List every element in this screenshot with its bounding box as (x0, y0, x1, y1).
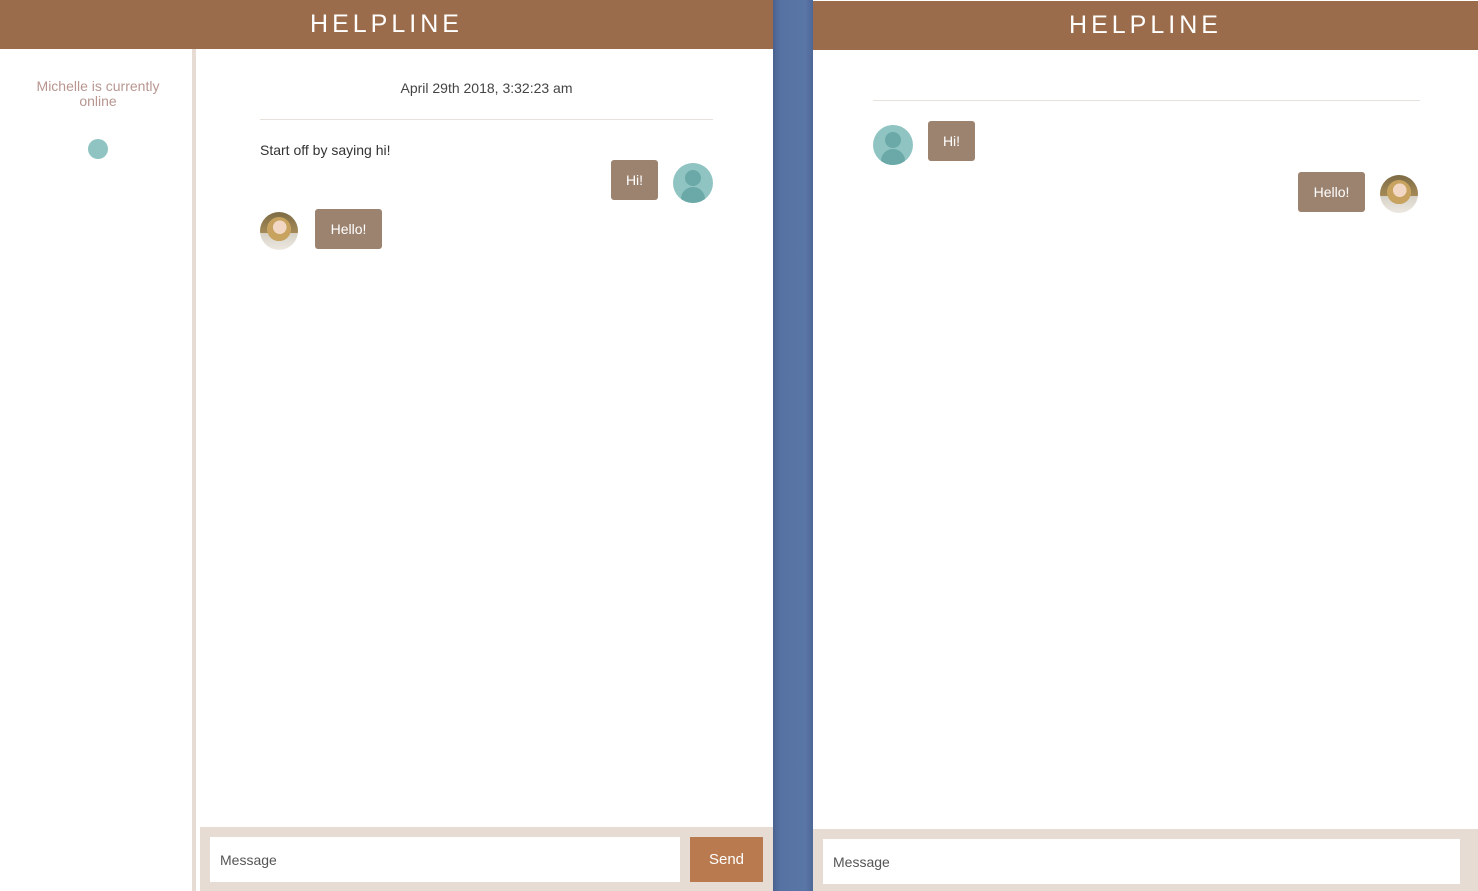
chat-area[interactable]: April 29th 2018, 3:32:23 am Start off by… (200, 49, 773, 827)
chat-area[interactable]: Hi! Hello! (813, 50, 1478, 829)
divider (260, 119, 713, 120)
message-composer (813, 829, 1478, 891)
message-text: Hello! (1313, 184, 1350, 200)
message-bubble-user: Hi! (928, 121, 975, 161)
message-text: Hi! (625, 172, 644, 188)
desktop-background (773, 0, 813, 891)
online-status-indicator (88, 139, 108, 159)
agent-avatar (1380, 175, 1418, 213)
online-status-text: Michelle is currently online (36, 78, 160, 109)
agent-avatar (260, 212, 298, 250)
message-composer: Send (200, 827, 773, 891)
app-title: HELPLINE (310, 10, 463, 38)
message-input[interactable] (823, 839, 1460, 884)
sidebar: Michelle is currently online (0, 49, 196, 891)
message-input[interactable] (210, 837, 680, 882)
send-button[interactable]: Send (690, 837, 763, 882)
user-avatar-icon (673, 163, 713, 203)
user-avatar-icon (873, 125, 913, 165)
message-text: Hi! (942, 133, 961, 149)
user-chat-window: HELPLINE Hi! Hello! (813, 0, 1478, 891)
message-text: Hello! (330, 221, 367, 237)
app-header: HELPLINE (0, 0, 773, 49)
message-bubble-user: Hi! (611, 160, 658, 200)
message-bubble-agent: Hello! (315, 209, 382, 249)
start-hint: Start off by saying hi! (260, 142, 391, 158)
message-bubble-agent: Hello! (1298, 172, 1365, 212)
agent-chat-window: HELPLINE Michelle is currently online Ap… (0, 0, 773, 891)
conversation-date: April 29th 2018, 3:32:23 am (400, 80, 573, 96)
app-title: HELPLINE (1069, 11, 1222, 39)
divider (873, 100, 1420, 101)
app-header: HELPLINE (813, 1, 1478, 50)
